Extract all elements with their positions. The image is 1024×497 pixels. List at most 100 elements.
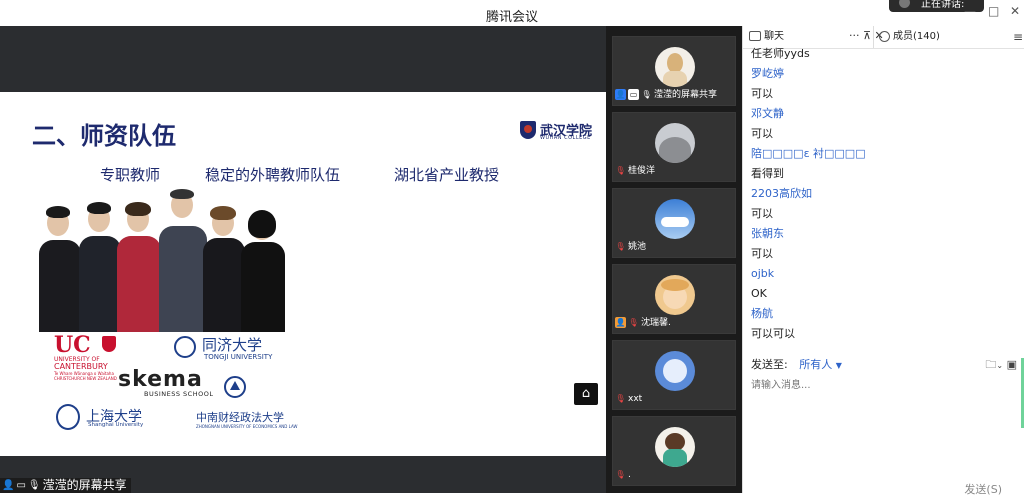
- chevron-down-icon[interactable]: ⌄: [996, 361, 1003, 370]
- mic-icon: 🎙: [641, 90, 652, 99]
- tile-name: 滢滢的屏幕共享: [654, 90, 718, 100]
- message-sender[interactable]: 杨航: [751, 304, 1021, 324]
- message-text: 可以: [751, 127, 773, 140]
- title-bar: 腾讯会议 正在讲话: — □ ✕: [0, 0, 1024, 27]
- message-text: 可以可以: [751, 327, 795, 340]
- message-sender[interactable]: 罗屹婷: [751, 64, 1021, 84]
- video-tile[interactable]: 🎙 xxt: [612, 340, 736, 410]
- college-logo-sub: WUHAN COLLEGE: [540, 135, 591, 141]
- faculty-person: [115, 200, 161, 332]
- maximize-button[interactable]: □: [988, 4, 999, 18]
- mic-muted-icon: 🎙: [615, 242, 626, 251]
- tile-name-tag: 🎙 xxt: [615, 392, 642, 406]
- home-icon[interactable]: ⌂: [574, 383, 598, 405]
- tile-name: 桂俊洋: [628, 166, 656, 176]
- slide-title: 二、师资队伍: [32, 121, 176, 150]
- user-icon: 👤: [615, 317, 626, 328]
- tab-members-label: 成员(140): [893, 31, 940, 42]
- send-to-row: 发送至: 所有人 ▼ 🗀⌄ ▣: [751, 356, 1021, 374]
- tab-chat-label: 聊天: [764, 31, 784, 42]
- university-emblem-icon: [224, 376, 246, 398]
- tongji-name-en: TONGJI UNIVERSITY: [204, 353, 273, 361]
- canterbury-crest-icon: [102, 336, 116, 352]
- chat-panel: 聊天 ··· ⊼ ✕ 成员(140) ≡ 任老师yyds 罗屹婷 可以 邓文静 …: [742, 26, 1024, 496]
- shanghai-name-en: Shanghai University: [88, 422, 144, 428]
- presentation-slide: 二、师资队伍 武汉学院 WUHAN COLLEGE 专职教师 稳定的外聘教师队伍…: [0, 92, 606, 456]
- category-industry-professor: 湖北省产业教授: [394, 166, 500, 184]
- zhongnan-logo: 中南财经政法大学 ZHONGNAN UNIVERSITY OF ECONOMIC…: [196, 411, 297, 432]
- video-tile[interactable]: 🎙.: [612, 416, 736, 486]
- avatar: [655, 351, 695, 391]
- partner-university-logos: UC UNIVERSITY OF CANTERBURY Te Whare Wān…: [52, 332, 297, 430]
- message-sender[interactable]: 2203高欣如: [751, 184, 1021, 204]
- video-strip[interactable]: 👤 ▭ 🎙 滢滢的屏幕共享 🎙 桂俊洋 🎙 姚池 👤 🎙 沈瑞馨. 🎙 xxt 🎙.: [606, 26, 742, 493]
- more-tools-icon[interactable]: ▣: [1007, 358, 1017, 371]
- college-logo: 武汉学院 WUHAN COLLEGE: [520, 120, 592, 142]
- window-title: 腾讯会议: [485, 10, 538, 25]
- chat-icon: [749, 31, 761, 41]
- tile-name-tag: 🎙 桂俊洋: [615, 164, 655, 178]
- chevron-down-icon[interactable]: ▼: [836, 361, 842, 370]
- message-text: 可以: [751, 87, 773, 100]
- close-button[interactable]: ✕: [1010, 4, 1020, 18]
- message-text: 任老师yyds: [751, 47, 810, 60]
- chat-messages[interactable]: 任老师yyds 罗屹婷 可以 邓文静 可以 陪□□□□ε 衬□□□□ 看得到 2…: [751, 44, 1021, 344]
- skema-logo: skema BUSINESS SCHOOL: [118, 367, 213, 399]
- mic-muted-icon: 🎙: [628, 318, 639, 327]
- video-tile[interactable]: 🎙 姚池: [612, 188, 736, 258]
- faculty-person: [35, 202, 81, 332]
- members-icon: [879, 30, 890, 42]
- menu-icon[interactable]: ≡: [1013, 30, 1023, 44]
- video-tile[interactable]: 👤 🎙 沈瑞馨.: [612, 264, 736, 334]
- shanghai-university-logo: 上海大学 Shanghai University: [56, 404, 166, 434]
- chat-tools[interactable]: 🗀⌄ ▣: [985, 356, 1017, 375]
- skema-word: skema: [118, 367, 203, 392]
- user-icon: 👤: [2, 480, 15, 491]
- message-sender[interactable]: 陪□□□□ε 衬□□□□: [751, 144, 1021, 164]
- send-button[interactable]: 发送(S): [964, 481, 1002, 497]
- user-icon: 👤: [615, 89, 626, 100]
- message-text: 可以: [751, 247, 773, 260]
- tile-name-tag: 👤 ▭ 🎙 滢滢的屏幕共享: [615, 88, 717, 102]
- video-tile[interactable]: 🎙 桂俊洋: [612, 112, 736, 182]
- tongji-logo: 同济大学 TONGJI UNIVERSITY: [174, 336, 284, 362]
- tongji-name: 同济大学: [202, 336, 263, 354]
- message-sender[interactable]: 邓文静: [751, 104, 1021, 124]
- message-text: 看得到: [751, 167, 784, 180]
- category-external: 稳定的外聘教师队伍: [205, 166, 341, 184]
- canterbury-line4: CHRISTCHURCH NEW ZEALAND: [54, 376, 117, 381]
- faculty-person: [239, 208, 287, 332]
- minimize-button[interactable]: —: [964, 4, 976, 18]
- avatar: [655, 275, 695, 315]
- message-sender[interactable]: ojbk: [751, 264, 1021, 284]
- avatar: [655, 47, 695, 87]
- tile-name: 姚池: [628, 242, 647, 252]
- faculty-photo: [35, 189, 295, 332]
- zhongnan-name: 中南财经政法大学: [196, 411, 284, 424]
- category-fulltime: 专职教师: [100, 166, 161, 184]
- folder-icon[interactable]: 🗀: [985, 358, 996, 371]
- shanghai-seal-icon: [56, 404, 80, 430]
- speaker-avatar-icon: [899, 0, 910, 8]
- send-to-label: 发送至:: [751, 358, 788, 371]
- message-sender[interactable]: 张朝东: [751, 224, 1021, 244]
- tile-name-tag: 🎙 姚池: [615, 240, 646, 254]
- tongji-seal-icon: [174, 336, 196, 358]
- tile-name: xxt: [628, 394, 643, 404]
- screen-icon: ▭: [16, 480, 26, 491]
- chat-input[interactable]: [751, 376, 1013, 394]
- send-to-select[interactable]: 所有人: [799, 358, 832, 371]
- video-tile[interactable]: 👤 ▭ 🎙 滢滢的屏幕共享: [612, 36, 736, 106]
- tile-name: 沈瑞馨.: [641, 318, 671, 328]
- screen-icon: ▭: [628, 89, 639, 100]
- college-shield-icon: [520, 121, 536, 139]
- speaking-label: 正在讲话:: [921, 0, 965, 10]
- mic-muted-icon: 🎙: [615, 470, 626, 479]
- mic-muted-icon: 🎙: [615, 166, 626, 175]
- avatar: [655, 427, 695, 467]
- canterbury-logo: UC UNIVERSITY OF CANTERBURY Te Whare Wān…: [54, 334, 122, 382]
- tile-name-tag: 👤 🎙 沈瑞馨.: [615, 316, 671, 330]
- tile-name: .: [628, 470, 631, 480]
- avatar: [655, 123, 695, 163]
- tile-name-tag: 🎙.: [615, 468, 631, 482]
